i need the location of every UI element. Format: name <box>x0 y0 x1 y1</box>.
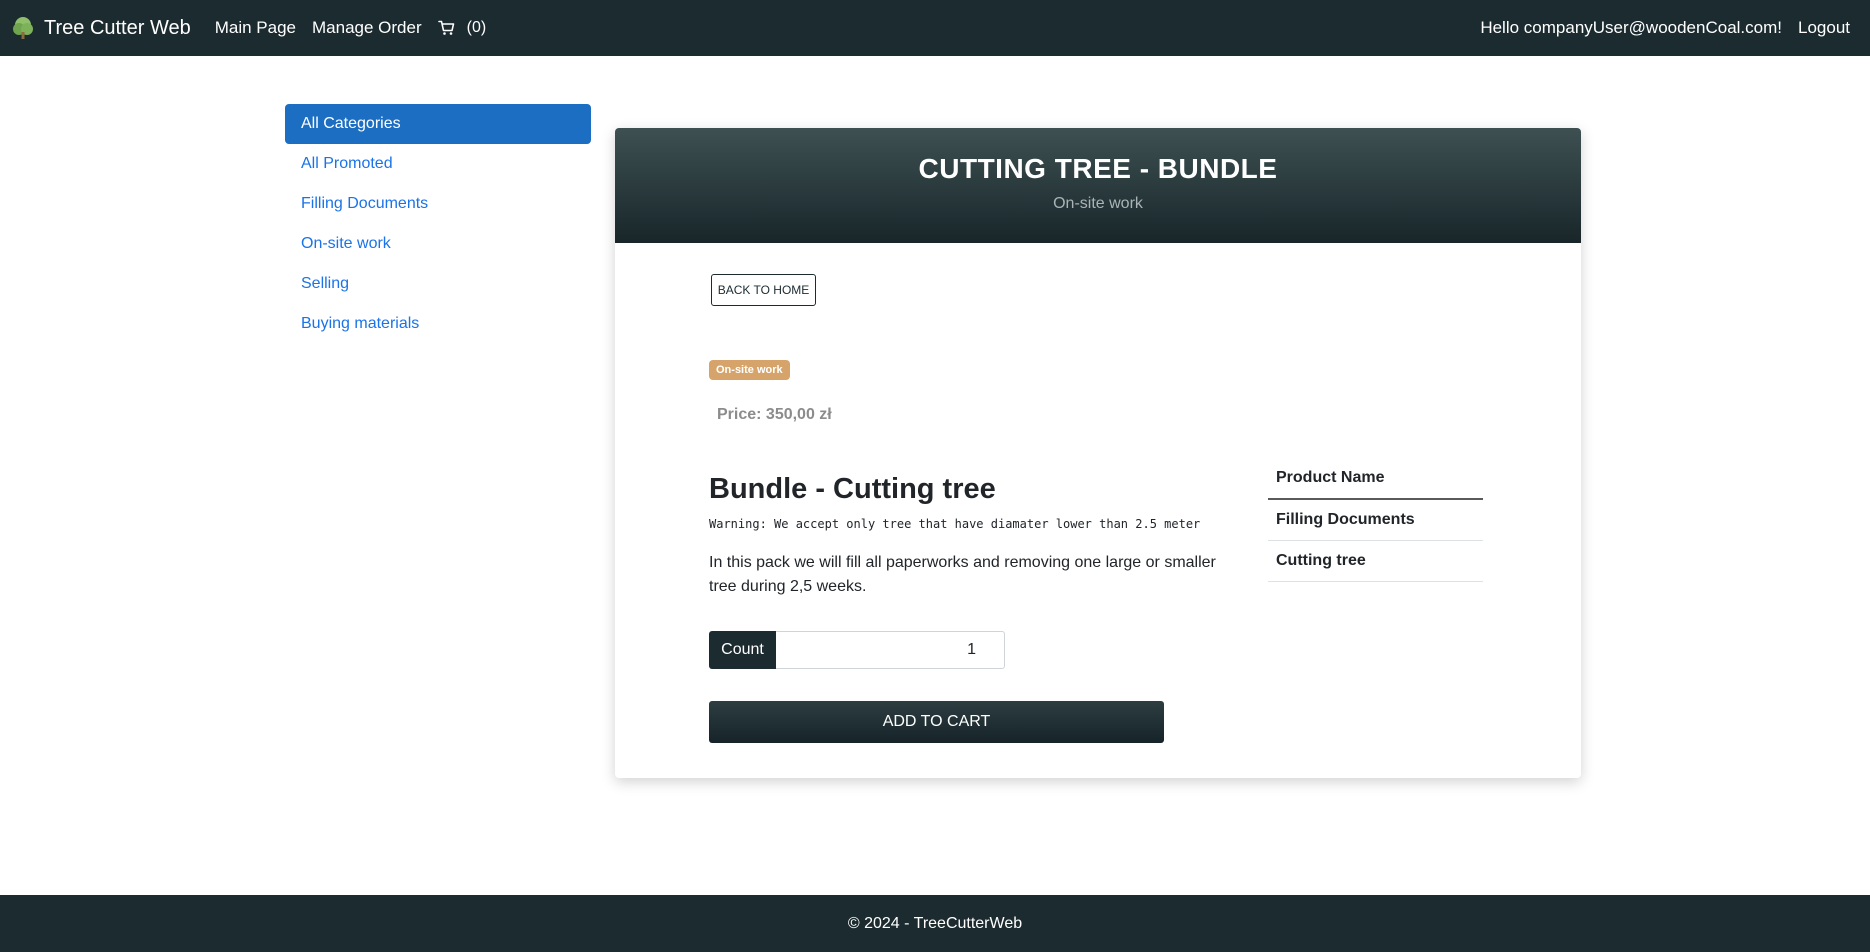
table-row: Filling Documents <box>1268 499 1483 541</box>
table-header-product-name: Product Name <box>1268 458 1483 500</box>
brand-name: Tree Cutter Web <box>44 16 191 39</box>
category-badge: On-site work <box>709 360 790 380</box>
category-sidebar: All Categories All Promoted Filling Docu… <box>285 104 591 344</box>
brand[interactable]: Tree Cutter Web <box>12 16 191 40</box>
product-header: CUTTING TREE - BUNDLE On-site work <box>615 128 1581 243</box>
product-warning: Warning: We accept only tree that have d… <box>709 517 1201 531</box>
nav-user-area: Hello companyUser@woodenCoal.com! Logout <box>1480 18 1850 38</box>
sidebar-item-all-categories[interactable]: All Categories <box>285 104 591 144</box>
product-name: Bundle - Cutting tree <box>709 473 996 505</box>
sidebar-item-selling[interactable]: Selling <box>285 264 591 304</box>
count-group: Count <box>709 631 1005 669</box>
table-cell: Filling Documents <box>1268 499 1483 541</box>
nav-main-page[interactable]: Main Page <box>215 18 296 38</box>
cart-icon <box>437 20 454 35</box>
cart-count: (0) <box>466 19 487 36</box>
product-description: In this pack we will fill all paperworks… <box>709 554 1216 595</box>
product-header-title: CUTTING TREE - BUNDLE <box>918 153 1278 184</box>
nav-links: Main Page Manage Order (0) <box>215 18 486 38</box>
product-card: CUTTING TREE - BUNDLE On-site work BACK … <box>615 128 1581 778</box>
sidebar-item-buying-materials[interactable]: Buying materials <box>285 304 591 344</box>
add-to-cart-button[interactable]: ADD TO CART <box>709 701 1164 743</box>
top-navbar: Tree Cutter Web Main Page Manage Order (… <box>0 0 1870 56</box>
sidebar-item-all-promoted[interactable]: All Promoted <box>285 144 591 184</box>
cart-link[interactable]: (0) <box>437 19 487 37</box>
logout-link[interactable]: Logout <box>1798 18 1850 38</box>
table-row: Cutting tree <box>1268 540 1483 582</box>
page-footer: © 2024 - TreeCutterWeb <box>0 895 1870 952</box>
included-products-table: Product Name Filling Documents Cutting t… <box>1268 458 1483 582</box>
back-to-home-button[interactable]: BACK TO HOME <box>711 274 816 306</box>
product-header-subtitle: On-site work <box>1053 195 1143 212</box>
sidebar-item-on-site-work[interactable]: On-site work <box>285 224 591 264</box>
tree-icon <box>13 17 33 39</box>
user-greeting: Hello companyUser@woodenCoal.com! <box>1480 18 1782 37</box>
product-price: Price: 350,00 zł <box>717 406 832 423</box>
table-header-row: Product Name <box>1268 458 1483 500</box>
nav-manage-order[interactable]: Manage Order <box>312 18 422 38</box>
footer-copyright: © 2024 - TreeCutterWeb <box>847 915 1023 932</box>
table-cell: Cutting tree <box>1268 540 1483 582</box>
count-input[interactable] <box>776 631 1005 669</box>
count-label: Count <box>709 631 776 669</box>
sidebar-item-filling-documents[interactable]: Filling Documents <box>285 184 591 224</box>
